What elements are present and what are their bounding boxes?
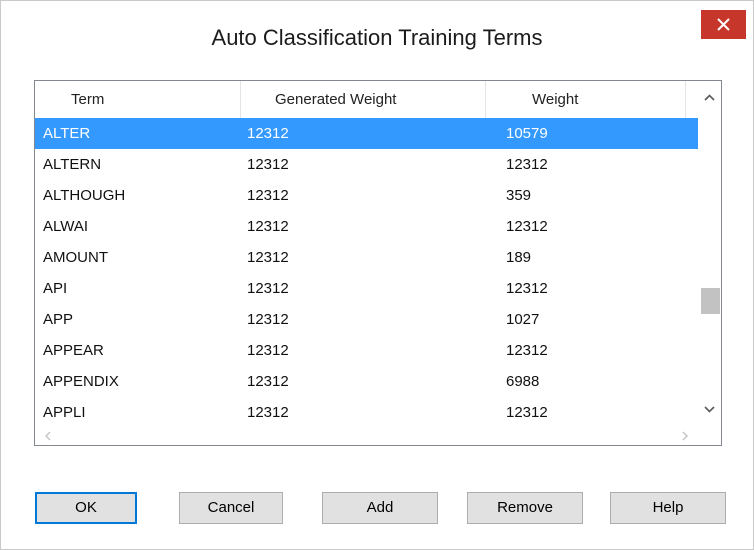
cell-generated-weight: 12312 bbox=[247, 218, 289, 235]
scroll-right-icon[interactable] bbox=[680, 431, 690, 441]
cell-weight: 359 bbox=[506, 187, 532, 204]
scrollbar-thumb[interactable] bbox=[701, 288, 720, 314]
cell-generated-weight: 12312 bbox=[247, 280, 289, 297]
cell-term: APPLI bbox=[43, 404, 86, 421]
cell-weight: 10579 bbox=[506, 125, 548, 142]
cell-generated-weight: 12312 bbox=[247, 404, 289, 421]
list-rows: ALTER 12312 10579 ALTERN 12312 12312 ALT… bbox=[35, 118, 699, 428]
cell-weight: 189 bbox=[506, 249, 532, 266]
close-icon bbox=[717, 18, 730, 31]
scroll-down-icon[interactable] bbox=[704, 404, 715, 414]
table-row[interactable]: APPEAR 12312 12312 bbox=[35, 335, 699, 366]
cell-generated-weight: 12312 bbox=[247, 311, 289, 328]
horizontal-scrollbar[interactable] bbox=[35, 427, 721, 445]
cell-term: API bbox=[43, 280, 68, 297]
terms-list[interactable]: Term Generated Weight Weight ALTER 12312… bbox=[34, 80, 722, 446]
scroll-up-icon[interactable] bbox=[704, 93, 715, 103]
ok-button[interactable]: OK bbox=[35, 492, 137, 524]
close-button[interactable] bbox=[701, 10, 746, 39]
cell-weight: 12312 bbox=[506, 156, 548, 173]
column-header-generated-weight[interactable]: Generated Weight bbox=[241, 81, 486, 118]
cell-generated-weight: 12312 bbox=[247, 156, 289, 173]
add-button[interactable]: Add bbox=[322, 492, 438, 524]
table-row[interactable]: ALTERN 12312 12312 bbox=[35, 149, 699, 180]
list-header: Term Generated Weight Weight bbox=[35, 81, 699, 119]
remove-button[interactable]: Remove bbox=[467, 492, 583, 524]
table-row[interactable]: APP 12312 1027 bbox=[35, 304, 699, 335]
cell-weight: 1027 bbox=[506, 311, 540, 328]
cell-weight: 12312 bbox=[506, 218, 548, 235]
table-row[interactable]: ALWAI 12312 12312 bbox=[35, 211, 699, 242]
cell-generated-weight: 12312 bbox=[247, 187, 289, 204]
table-row[interactable]: APPENDIX 12312 6988 bbox=[35, 366, 699, 397]
table-row[interactable]: ALTHOUGH 12312 359 bbox=[35, 180, 699, 211]
column-header-weight[interactable]: Weight bbox=[486, 81, 686, 118]
cell-generated-weight: 12312 bbox=[247, 249, 289, 266]
vertical-scrollbar[interactable] bbox=[698, 81, 721, 427]
help-button[interactable]: Help bbox=[610, 492, 726, 524]
cell-generated-weight: 12312 bbox=[247, 342, 289, 359]
column-header-term[interactable]: Term bbox=[35, 81, 241, 118]
cell-term: ALTER bbox=[43, 125, 91, 142]
cell-term: ALTHOUGH bbox=[43, 187, 126, 204]
cell-term: ALWAI bbox=[43, 218, 89, 235]
cell-weight: 12312 bbox=[506, 404, 548, 421]
cancel-button[interactable]: Cancel bbox=[179, 492, 283, 524]
cell-term: APPEAR bbox=[43, 342, 104, 359]
table-row[interactable]: APPLI 12312 12312 bbox=[35, 397, 699, 428]
table-row[interactable]: ALTER 12312 10579 bbox=[35, 118, 699, 149]
cell-term: APPENDIX bbox=[43, 373, 119, 390]
cell-generated-weight: 12312 bbox=[247, 125, 289, 142]
cell-weight: 12312 bbox=[506, 342, 548, 359]
cell-term: AMOUNT bbox=[43, 249, 108, 266]
dialog-title: Auto Classification Training Terms bbox=[211, 25, 543, 50]
cell-term: ALTERN bbox=[43, 156, 102, 173]
cell-generated-weight: 12312 bbox=[247, 373, 289, 390]
scroll-left-icon[interactable] bbox=[43, 431, 53, 441]
cell-weight: 6988 bbox=[506, 373, 540, 390]
table-row[interactable]: API 12312 12312 bbox=[35, 273, 699, 304]
cell-term: APP bbox=[43, 311, 74, 328]
table-row[interactable]: AMOUNT 12312 189 bbox=[35, 242, 699, 273]
cell-weight: 12312 bbox=[506, 280, 548, 297]
dialog-window: Auto Classification Training Terms Term … bbox=[0, 0, 754, 550]
